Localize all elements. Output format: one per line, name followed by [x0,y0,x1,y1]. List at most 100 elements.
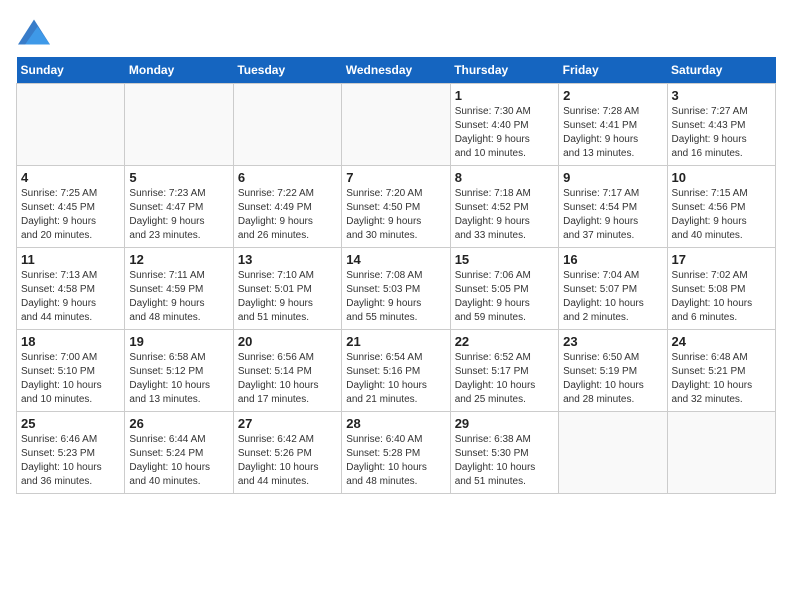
weekday-header-saturday: Saturday [667,57,775,84]
calendar-cell: 25 Sunrise: 6:46 AM Sunset: 5:23 PM Dayli… [17,412,125,494]
calendar-cell: 26 Sunrise: 6:44 AM Sunset: 5:24 PM Dayli… [125,412,233,494]
calendar-cell: 6 Sunrise: 7:22 AM Sunset: 4:49 PM Daylig… [233,166,341,248]
day-detail: Sunrise: 7:04 AM Sunset: 5:07 PM Dayligh… [563,269,662,325]
day-number: 21 [346,334,445,349]
day-detail: Sunrise: 6:38 AM Sunset: 5:30 PM Dayligh… [455,433,554,489]
day-number: 7 [346,170,445,185]
day-number: 25 [21,416,120,431]
calendar-cell: 27 Sunrise: 6:42 AM Sunset: 5:26 PM Dayli… [233,412,341,494]
calendar-cell: 2 Sunrise: 7:28 AM Sunset: 4:41 PM Daylig… [559,84,667,166]
calendar-cell [342,84,450,166]
calendar-cell: 15Sunrise: 7:06 AM Sunset: 5:05 PM Dayli… [450,248,558,330]
day-detail: Sunrise: 6:58 AM Sunset: 5:12 PM Dayligh… [129,351,228,407]
day-detail: Sunrise: 7:25 AM Sunset: 4:45 PM Dayligh… [21,187,120,243]
calendar-body: 1 Sunrise: 7:30 AM Sunset: 4:40 PM Daylig… [17,84,776,494]
weekday-header-monday: Monday [125,57,233,84]
calendar-cell: 4 Sunrise: 7:25 AM Sunset: 4:45 PM Daylig… [17,166,125,248]
day-detail: Sunrise: 6:54 AM Sunset: 5:16 PM Dayligh… [346,351,445,407]
day-number: 2 [563,88,662,103]
calendar-cell: 3 Sunrise: 7:27 AM Sunset: 4:43 PM Daylig… [667,84,775,166]
calendar-cell: 7 Sunrise: 7:20 AM Sunset: 4:50 PM Daylig… [342,166,450,248]
weekday-header-wednesday: Wednesday [342,57,450,84]
calendar-cell: 18 Sunrise: 7:00 AM Sunset: 5:10 PM Dayli… [17,330,125,412]
calendar-cell: 9 Sunrise: 7:17 AM Sunset: 4:54 PM Daylig… [559,166,667,248]
day-number: 20 [238,334,337,349]
calendar-cell: 12 Sunrise: 7:11 AM Sunset: 4:59 PM Dayli… [125,248,233,330]
day-number: 22 [455,334,554,349]
calendar-header: SundayMondayTuesdayWednesdayThursdayFrid… [17,57,776,84]
weekday-header-row: SundayMondayTuesdayWednesdayThursdayFrid… [17,57,776,84]
day-detail: Sunrise: 6:50 AM Sunset: 5:19 PM Dayligh… [563,351,662,407]
day-detail: Sunrise: 7:20 AM Sunset: 4:50 PM Dayligh… [346,187,445,243]
day-detail: Sunrise: 7:10 AM Sunset: 5:01 PM Dayligh… [238,269,337,325]
day-detail: Sunrise: 6:44 AM Sunset: 5:24 PM Dayligh… [129,433,228,489]
calendar-cell [559,412,667,494]
calendar-cell [233,84,341,166]
weekday-header-thursday: Thursday [450,57,558,84]
day-number: 8 [455,170,554,185]
calendar-cell: 13 Sunrise: 7:10 AM Sunset: 5:01 PM Dayli… [233,248,341,330]
day-number: 23 [563,334,662,349]
day-detail: Sunrise: 7:28 AM Sunset: 4:41 PM Dayligh… [563,105,662,161]
day-detail: Sunrise: 7:23 AM Sunset: 4:47 PM Dayligh… [129,187,228,243]
day-detail: Sunrise: 7:06 AM Sunset: 5:05 PM Dayligh… [455,269,554,325]
day-number: 17 [672,252,771,267]
day-number: 13 [238,252,337,267]
day-number: 28 [346,416,445,431]
calendar-week-row: 4 Sunrise: 7:25 AM Sunset: 4:45 PM Daylig… [17,166,776,248]
calendar-cell: 22Sunrise: 6:52 AM Sunset: 5:17 PM Dayli… [450,330,558,412]
calendar-cell: 23 Sunrise: 6:50 AM Sunset: 5:19 PM Dayli… [559,330,667,412]
day-detail: Sunrise: 7:17 AM Sunset: 4:54 PM Dayligh… [563,187,662,243]
day-detail: Sunrise: 7:08 AM Sunset: 5:03 PM Dayligh… [346,269,445,325]
day-number: 3 [672,88,771,103]
calendar-week-row: 18 Sunrise: 7:00 AM Sunset: 5:10 PM Dayli… [17,330,776,412]
calendar-cell: 11 Sunrise: 7:13 AM Sunset: 4:58 PM Dayli… [17,248,125,330]
day-number: 18 [21,334,120,349]
day-detail: Sunrise: 7:13 AM Sunset: 4:58 PM Dayligh… [21,269,120,325]
day-number: 5 [129,170,228,185]
calendar-cell: 16Sunrise: 7:04 AM Sunset: 5:07 PM Dayli… [559,248,667,330]
day-number: 6 [238,170,337,185]
day-number: 19 [129,334,228,349]
calendar-week-row: 25 Sunrise: 6:46 AM Sunset: 5:23 PM Dayli… [17,412,776,494]
day-number: 24 [672,334,771,349]
day-number: 27 [238,416,337,431]
calendar-cell: 28 Sunrise: 6:40 AM Sunset: 5:28 PM Dayli… [342,412,450,494]
calendar-cell: 10Sunrise: 7:15 AM Sunset: 4:56 PM Dayli… [667,166,775,248]
day-number: 4 [21,170,120,185]
calendar-week-row: 11 Sunrise: 7:13 AM Sunset: 4:58 PM Dayli… [17,248,776,330]
day-detail: Sunrise: 7:02 AM Sunset: 5:08 PM Dayligh… [672,269,771,325]
day-number: 14 [346,252,445,267]
logo [16,20,50,49]
weekday-header-sunday: Sunday [17,57,125,84]
page-header [16,16,776,49]
calendar-cell: 20Sunrise: 6:56 AM Sunset: 5:14 PM Dayli… [233,330,341,412]
day-number: 1 [455,88,554,103]
day-number: 9 [563,170,662,185]
day-detail: Sunrise: 6:42 AM Sunset: 5:26 PM Dayligh… [238,433,337,489]
calendar-cell: 5 Sunrise: 7:23 AM Sunset: 4:47 PM Daylig… [125,166,233,248]
day-number: 26 [129,416,228,431]
day-number: 12 [129,252,228,267]
day-detail: Sunrise: 7:22 AM Sunset: 4:49 PM Dayligh… [238,187,337,243]
day-detail: Sunrise: 7:00 AM Sunset: 5:10 PM Dayligh… [21,351,120,407]
day-detail: Sunrise: 7:27 AM Sunset: 4:43 PM Dayligh… [672,105,771,161]
day-detail: Sunrise: 7:18 AM Sunset: 4:52 PM Dayligh… [455,187,554,243]
calendar-cell: 1 Sunrise: 7:30 AM Sunset: 4:40 PM Daylig… [450,84,558,166]
calendar-cell: 29Sunrise: 6:38 AM Sunset: 5:30 PM Dayli… [450,412,558,494]
day-detail: Sunrise: 6:46 AM Sunset: 5:23 PM Dayligh… [21,433,120,489]
day-number: 11 [21,252,120,267]
weekday-header-friday: Friday [559,57,667,84]
logo-icon [18,18,50,46]
calendar-cell [17,84,125,166]
day-detail: Sunrise: 6:48 AM Sunset: 5:21 PM Dayligh… [672,351,771,407]
calendar-cell: 19 Sunrise: 6:58 AM Sunset: 5:12 PM Dayli… [125,330,233,412]
day-detail: Sunrise: 7:30 AM Sunset: 4:40 PM Dayligh… [455,105,554,161]
calendar-cell: 24 Sunrise: 6:48 AM Sunset: 5:21 PM Dayli… [667,330,775,412]
day-detail: Sunrise: 7:11 AM Sunset: 4:59 PM Dayligh… [129,269,228,325]
calendar-cell: 14 Sunrise: 7:08 AM Sunset: 5:03 PM Dayli… [342,248,450,330]
calendar-cell [125,84,233,166]
logo-text [16,20,50,53]
day-detail: Sunrise: 6:40 AM Sunset: 5:28 PM Dayligh… [346,433,445,489]
calendar-cell: 21 Sunrise: 6:54 AM Sunset: 5:16 PM Dayli… [342,330,450,412]
